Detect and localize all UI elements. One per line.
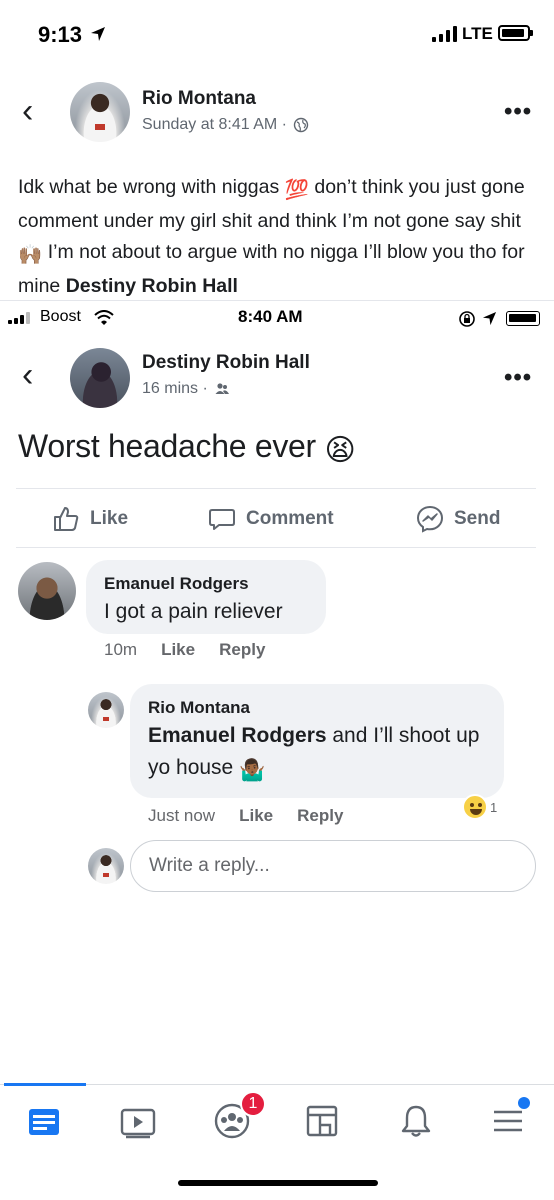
battery-icon: [506, 311, 540, 326]
more-options-icon[interactable]: •••: [504, 100, 532, 124]
reply-author-avatar[interactable]: [88, 692, 124, 728]
screenshot-author-avatar[interactable]: [70, 348, 130, 408]
network-type: LTE: [462, 24, 493, 43]
home-indicator: [178, 1180, 378, 1186]
tagged-person[interactable]: Destiny Robin Hall: [66, 275, 238, 297]
battery-icon: [498, 25, 533, 41]
wifi-icon: [94, 310, 114, 325]
comment-text: I got a pain reliever: [104, 600, 283, 623]
reply-reply-button[interactable]: Reply: [297, 806, 343, 826]
tab-notifications[interactable]: [396, 1101, 436, 1141]
screenshot-timestamp: 16 mins ·: [142, 380, 208, 397]
screenshot-status-bar: Boost 8:40 AM: [0, 302, 554, 336]
post-text: Idk what be wrong with niggas 💯 don’t th…: [18, 176, 525, 297]
tab-news-feed[interactable]: [24, 1101, 64, 1141]
screenshot-divider: [0, 300, 554, 301]
comment-reply-button[interactable]: Reply: [219, 640, 265, 660]
commenter-avatar[interactable]: [18, 562, 76, 620]
back-button[interactable]: ‹: [22, 94, 33, 128]
hundred-points-emoji: 💯: [284, 179, 309, 201]
location-arrow-icon: [91, 27, 105, 41]
raised-hands-emoji: 🙌🏽: [18, 244, 43, 266]
cell-signal-icon: [432, 26, 457, 42]
comment-time: 10m: [104, 640, 138, 659]
haha-reaction-icon: [462, 794, 488, 820]
current-user-avatar: [88, 848, 124, 884]
notification-badge: 1: [240, 1091, 266, 1117]
post-action-bar: Like Comment Send: [16, 488, 536, 548]
send-button[interactable]: Send: [416, 505, 500, 533]
comment-button[interactable]: Comment: [208, 505, 334, 533]
reply-actions: Just now Like Reply: [148, 806, 343, 826]
screenshot-back-button[interactable]: ‹: [22, 358, 33, 392]
tab-marketplace[interactable]: [302, 1101, 342, 1141]
reply-mention[interactable]: Emanuel Rodgers: [148, 724, 327, 747]
person-shrugging-emoji: 🤷🏾‍♂️: [239, 759, 266, 782]
carrier-name: Boost: [40, 308, 81, 325]
post-author-name[interactable]: Rio Montana: [142, 88, 256, 110]
friends-icon: [215, 383, 229, 394]
globe-icon: [293, 117, 309, 133]
post-meta: Sunday at 8:41 AM ·: [142, 116, 309, 134]
active-tab-indicator: [4, 1083, 86, 1086]
screenshot-more-options-icon[interactable]: •••: [504, 366, 532, 390]
reply-author-name[interactable]: Rio Montana: [148, 698, 250, 718]
post-timestamp: Sunday at 8:41 AM ·: [142, 116, 287, 133]
location-arrow-icon: [482, 311, 497, 326]
commenter-name[interactable]: Emanuel Rodgers: [104, 574, 249, 594]
reply-like-button[interactable]: Like: [239, 806, 273, 826]
thumbs-up-icon: [54, 507, 79, 531]
reply-text: Emanuel Rodgers and I’ll shoot up yo hou…: [148, 720, 498, 787]
screenshot-author-name[interactable]: Destiny Robin Hall: [142, 352, 310, 374]
comment-actions: 10m Like Reply: [104, 640, 265, 660]
screenshot-time: 8:40 AM: [238, 307, 303, 326]
reaction-summary[interactable]: 1: [462, 794, 497, 820]
comment-icon: [209, 509, 235, 530]
rotation-lock-icon: [459, 311, 475, 327]
pages-icon: [306, 1105, 338, 1137]
tab-watch[interactable]: [118, 1101, 158, 1141]
like-button[interactable]: Like: [52, 505, 128, 533]
menu-notification-dot: [518, 1097, 530, 1109]
reaction-count: 1: [490, 799, 498, 815]
status-bar: 9:13 LTE: [0, 0, 554, 64]
author-avatar[interactable]: [70, 82, 130, 142]
reply-placeholder: Write a reply...: [149, 855, 270, 876]
screenshot-status-text: Worst headache ever 😫: [18, 428, 356, 467]
write-reply-input[interactable]: Write a reply...: [130, 840, 536, 892]
messenger-icon: [416, 505, 444, 533]
bell-icon: [401, 1105, 431, 1137]
watch-video-icon: [120, 1108, 156, 1139]
status-time: 9:13: [38, 22, 83, 47]
comment-like-button[interactable]: Like: [161, 640, 195, 660]
news-feed-icon: [29, 1109, 59, 1135]
screenshot-post-meta: 16 mins ·: [142, 380, 230, 398]
reply-time: Just now: [148, 806, 216, 825]
tired-face-emoji: 😫: [324, 434, 356, 467]
cell-signal-icon: [8, 312, 30, 324]
